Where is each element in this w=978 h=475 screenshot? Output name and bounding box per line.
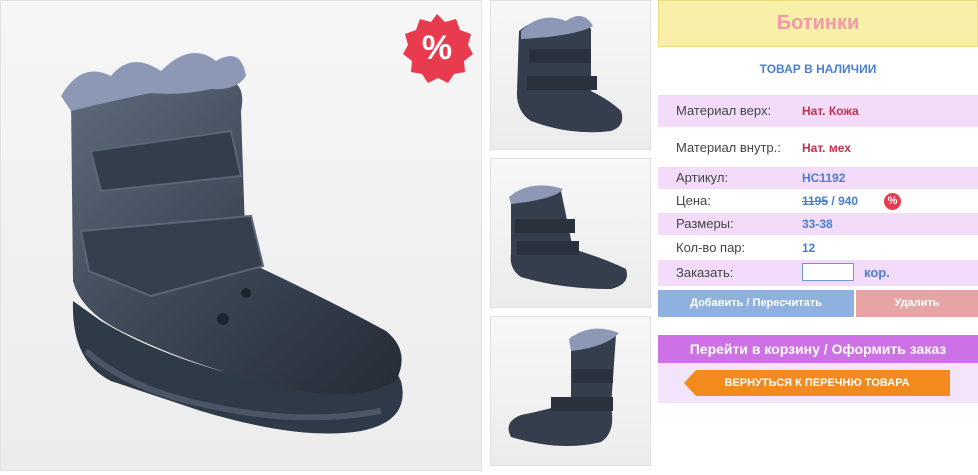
discount-percent-icon: % xyxy=(884,193,901,210)
boot-image xyxy=(516,16,623,133)
detail-value: HC1192 xyxy=(802,171,846,185)
svg-text:%: % xyxy=(422,29,452,67)
price-separator: / xyxy=(828,194,839,208)
product-info-panel: Ботинки ТОВАР В НАЛИЧИИ Материал верх: Н… xyxy=(658,0,978,471)
sale-percent-icon: % xyxy=(401,12,473,84)
detail-label: Кол-во пар: xyxy=(676,240,746,255)
detail-label: Материал внутр.: xyxy=(676,140,781,155)
old-price: 1195 xyxy=(802,194,829,208)
detail-row-article: Артикул: HC1192 xyxy=(658,167,978,189)
detail-value: Нат. Кожа xyxy=(802,104,859,118)
back-button-area: ВЕРНУТЬСЯ К ПЕРЕЧНЮ ТОВАРА xyxy=(658,363,978,403)
detail-label: Материал верх: xyxy=(676,103,772,118)
detail-label: Заказать: xyxy=(676,265,734,280)
product-title: Ботинки xyxy=(658,0,978,47)
go-to-cart-button[interactable]: Перейти в корзину / Оформить заказ xyxy=(658,335,978,363)
thumbnail-3[interactable] xyxy=(490,316,651,466)
detail-row-price: Цена: 1195 / 940 % xyxy=(658,190,978,212)
detail-value: Нат. мех xyxy=(802,141,851,155)
price-value: 1195 / 940 xyxy=(802,190,858,212)
detail-row-order: Заказать: кор. xyxy=(658,260,978,286)
thumbnail-1[interactable] xyxy=(490,0,651,150)
thumbnail-2[interactable] xyxy=(490,158,651,308)
new-price: 940 xyxy=(838,194,859,208)
detail-row-sizes: Размеры: 33-38 xyxy=(658,213,978,235)
detail-label: Размеры: xyxy=(676,216,734,231)
detail-label: Артикул: xyxy=(676,170,729,185)
detail-row-pairs: Кол-во пар: 12 xyxy=(658,237,978,259)
add-recalculate-button[interactable]: Добавить / Пересчитать xyxy=(658,290,854,317)
order-unit: кор. xyxy=(864,265,890,280)
boot-image xyxy=(508,328,619,446)
detail-row-material-top: Материал верх: Нат. Кожа xyxy=(658,95,978,127)
stock-status: ТОВАР В НАЛИЧИИ xyxy=(759,62,877,76)
delete-button[interactable]: Удалить xyxy=(856,290,978,317)
boot-image xyxy=(509,185,627,289)
back-to-list-button[interactable]: ВЕРНУТЬСЯ К ПЕРЕЧНЮ ТОВАРА xyxy=(684,370,950,396)
detail-value: 33-38 xyxy=(802,217,833,231)
detail-row-material-inner: Материал внутр.: Нат. мех xyxy=(658,132,978,164)
detail-value: 12 xyxy=(802,241,816,255)
order-quantity-input[interactable] xyxy=(802,263,854,281)
detail-label: Цена: xyxy=(676,193,711,208)
